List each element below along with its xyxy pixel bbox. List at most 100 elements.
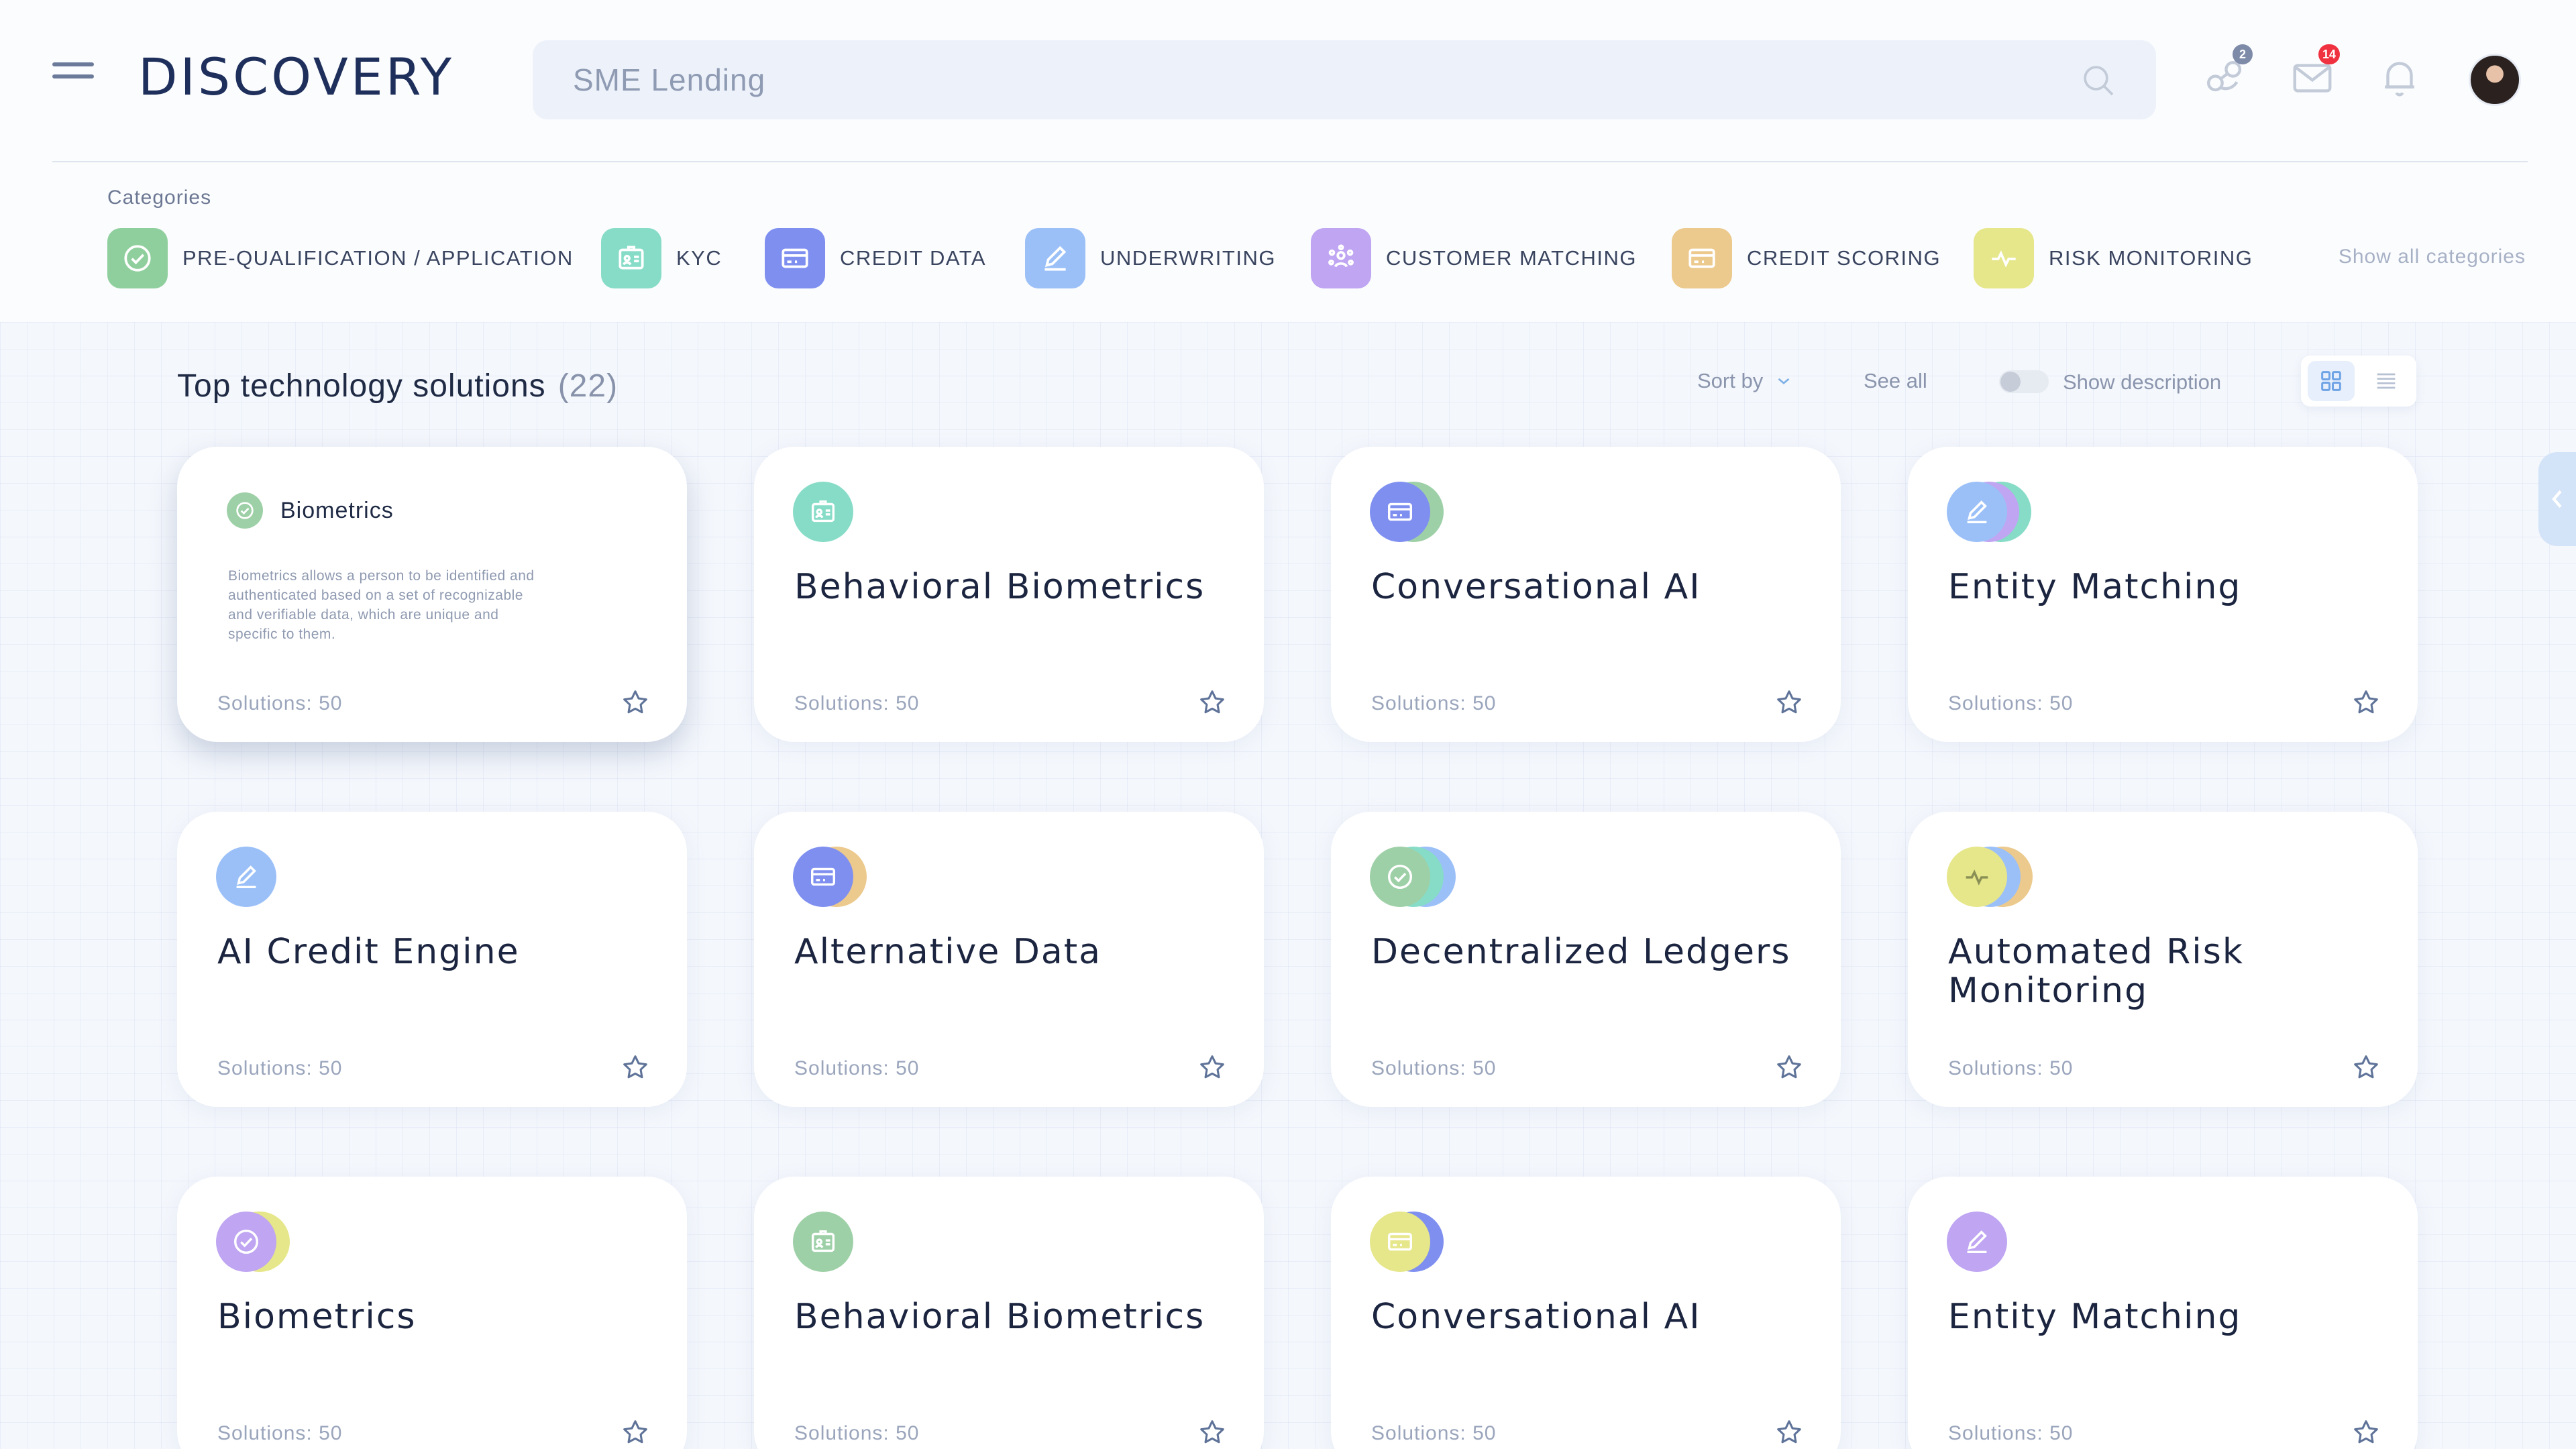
card-solutions-count: Solutions: 50 bbox=[1948, 1057, 2074, 1079]
pen-icon bbox=[1025, 228, 1085, 288]
card-title: Biometrics bbox=[280, 497, 394, 523]
card-solutions-count: Solutions: 50 bbox=[1371, 1422, 1497, 1444]
star-icon[interactable] bbox=[1197, 1417, 1228, 1448]
card-solutions-count: Solutions: 50 bbox=[1948, 1422, 2074, 1444]
card-title: Alternative Data bbox=[794, 932, 1102, 972]
chevron-left-icon bbox=[2552, 490, 2562, 508]
search-bar[interactable] bbox=[533, 40, 2156, 119]
solution-card[interactable]: Entity Matching Solutions: 50 bbox=[1908, 1177, 2418, 1449]
credit-card-icon bbox=[1370, 1212, 1430, 1272]
star-icon[interactable] bbox=[1197, 687, 1228, 718]
card-header: Biometrics bbox=[227, 492, 394, 529]
card-title: Conversational AI bbox=[1371, 567, 1701, 607]
search-input[interactable] bbox=[573, 62, 2116, 98]
category-customer-matching[interactable]: CUSTOMER MATCHING bbox=[1311, 228, 1637, 288]
mail-icon[interactable]: 14 bbox=[2289, 44, 2340, 101]
card-title: Behavioral Biometrics bbox=[794, 1297, 1205, 1337]
category-label: CREDIT SCORING bbox=[1747, 246, 1941, 270]
category-credit-scoring[interactable]: CREDIT SCORING bbox=[1672, 228, 1941, 288]
solution-card[interactable]: Automated Risk Monitoring Solutions: 50 bbox=[1908, 812, 2418, 1107]
star-icon[interactable] bbox=[2351, 1417, 2381, 1448]
credit-card-icon bbox=[1370, 482, 1430, 542]
star-icon[interactable] bbox=[1774, 687, 1805, 718]
card-solutions-count: Solutions: 50 bbox=[1371, 692, 1497, 714]
star-icon[interactable] bbox=[1774, 1417, 1805, 1448]
card-icons bbox=[1947, 482, 2081, 542]
check-circle-icon bbox=[107, 228, 168, 288]
card-solutions-count: Solutions: 50 bbox=[794, 1057, 920, 1079]
solution-card[interactable]: Conversational AI Solutions: 50 bbox=[1331, 447, 1841, 742]
solution-card[interactable]: AI Credit Engine Solutions: 50 bbox=[177, 812, 687, 1107]
category-underwriting[interactable]: UNDERWRITING bbox=[1025, 228, 1276, 288]
category-label: RISK MONITORING bbox=[2049, 246, 2253, 270]
check-circle-icon bbox=[216, 1212, 276, 1272]
category-label: PRE-QUALIFICATION / APPLICATION bbox=[182, 246, 574, 270]
card-solutions-count: Solutions: 50 bbox=[794, 1422, 920, 1444]
card-icons bbox=[216, 847, 350, 907]
category-label: UNDERWRITING bbox=[1100, 246, 1276, 270]
solution-card[interactable]: Biometrics Solutions: 50 bbox=[177, 1177, 687, 1449]
grid-view-button[interactable] bbox=[2308, 361, 2355, 401]
card-icons bbox=[1370, 1212, 1504, 1272]
card-solutions-count: Solutions: 50 bbox=[1948, 692, 2074, 714]
category-risk-monitoring[interactable]: RISK MONITORING bbox=[1974, 228, 2253, 288]
card-description: Biometrics allows a person to be identif… bbox=[228, 568, 535, 642]
menu-icon[interactable] bbox=[52, 62, 94, 89]
category-kyc[interactable]: KYC bbox=[601, 228, 722, 288]
pen-icon bbox=[216, 847, 276, 907]
people-icon bbox=[1311, 228, 1371, 288]
pen-icon bbox=[1947, 482, 2007, 542]
logo: DISCOVERY bbox=[138, 47, 455, 107]
user-avatar[interactable] bbox=[2469, 54, 2521, 106]
connections-icon[interactable]: 2 bbox=[2202, 44, 2253, 101]
card-title: Conversational AI bbox=[1371, 1297, 1701, 1337]
see-all-link[interactable]: See all bbox=[1864, 369, 1927, 393]
category-pre-qualification[interactable]: PRE-QUALIFICATION / APPLICATION bbox=[107, 228, 574, 288]
star-icon[interactable] bbox=[2351, 1052, 2381, 1083]
id-card-icon bbox=[601, 228, 661, 288]
card-title: Biometrics bbox=[217, 1297, 417, 1337]
check-circle-icon bbox=[1370, 847, 1430, 907]
card-icons bbox=[793, 1212, 927, 1272]
card-solutions-count: Solutions: 50 bbox=[1371, 1057, 1497, 1079]
star-icon[interactable] bbox=[1774, 1052, 1805, 1083]
card-title: Decentralized Ledgers bbox=[1371, 932, 1791, 972]
card-icons bbox=[1947, 1212, 2081, 1272]
search-icon[interactable] bbox=[2080, 62, 2117, 99]
card-title: Automated Risk Monitoring bbox=[1948, 932, 2244, 1011]
category-credit-data[interactable]: CREDIT DATA bbox=[765, 228, 986, 288]
credit-card-icon bbox=[765, 228, 825, 288]
star-icon[interactable] bbox=[620, 687, 651, 718]
star-icon[interactable] bbox=[1197, 1052, 1228, 1083]
solution-card[interactable]: Alternative Data Solutions: 50 bbox=[754, 812, 1264, 1107]
star-icon[interactable] bbox=[2351, 687, 2381, 718]
side-panel-toggle[interactable] bbox=[2538, 452, 2576, 546]
card-icons bbox=[1370, 482, 1504, 542]
show-all-categories-link[interactable]: Show all categories bbox=[2339, 246, 2526, 268]
card-icons bbox=[216, 1212, 350, 1272]
card-icons bbox=[793, 482, 927, 542]
list-view-button[interactable] bbox=[2363, 361, 2410, 401]
chevron-down-icon bbox=[1778, 378, 1790, 384]
solution-card[interactable]: Decentralized Ledgers Solutions: 50 bbox=[1331, 812, 1841, 1107]
sort-by-dropdown[interactable]: Sort by bbox=[1697, 369, 1794, 393]
card-solutions-count: Solutions: 50 bbox=[217, 1422, 343, 1444]
category-label: CUSTOMER MATCHING bbox=[1386, 246, 1637, 270]
card-solutions-count: Solutions: 50 bbox=[217, 1057, 343, 1079]
mail-badge: 14 bbox=[2318, 44, 2340, 64]
show-description-toggle[interactable] bbox=[1999, 370, 2049, 393]
solution-card[interactable]: Entity Matching Solutions: 50 bbox=[1908, 447, 2418, 742]
id-card-icon bbox=[793, 482, 853, 542]
section-count: (22) bbox=[557, 368, 619, 404]
bell-icon[interactable] bbox=[2376, 54, 2423, 101]
star-icon[interactable] bbox=[620, 1417, 651, 1448]
solution-card[interactable]: Behavioral Biometrics Solutions: 50 bbox=[754, 447, 1264, 742]
solution-card[interactable]: Behavioral Biometrics Solutions: 50 bbox=[754, 1177, 1264, 1449]
star-icon[interactable] bbox=[620, 1052, 651, 1083]
solution-card[interactable]: Biometrics Biometrics allows a person to… bbox=[177, 447, 687, 742]
connections-badge: 2 bbox=[2233, 44, 2253, 64]
section-title: Top technology solutions (22) bbox=[177, 368, 618, 405]
sort-label: Sort by bbox=[1697, 369, 1764, 392]
id-card-icon bbox=[793, 1212, 853, 1272]
solution-card[interactable]: Conversational AI Solutions: 50 bbox=[1331, 1177, 1841, 1449]
